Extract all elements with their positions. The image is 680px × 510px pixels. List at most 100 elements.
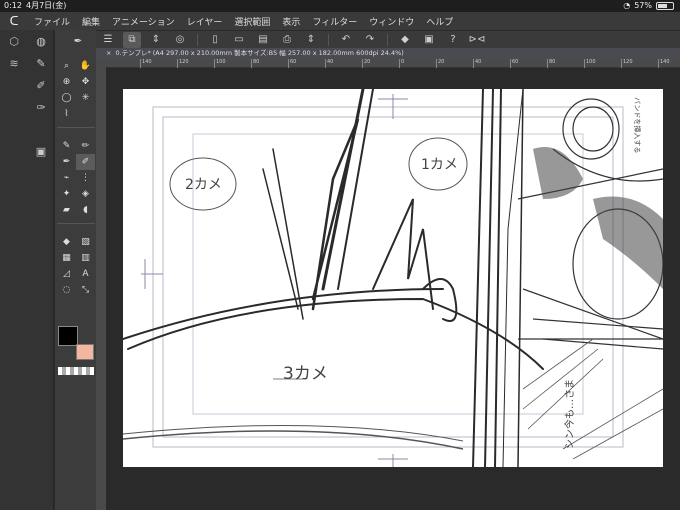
menu-view[interactable]: 表示	[276, 15, 306, 28]
blend-icon[interactable]: ▰	[57, 202, 76, 218]
chevron-updown-icon[interactable]: ⇕	[302, 32, 320, 48]
flip-icon[interactable]: ⊳⊲	[468, 32, 486, 48]
left-icon-column-2: ◍ ✎ ✐ ✑ ▣	[28, 30, 54, 510]
document-tab[interactable]: × 0.テンプレ* (A4 297.00 x 210.00mm 製本サイズ:B5 …	[96, 48, 680, 59]
menu-filter[interactable]: フィルター	[306, 15, 363, 28]
pen-pressure-icon[interactable]: ✒	[63, 34, 93, 48]
menu-file[interactable]: ファイル	[28, 15, 76, 28]
menu-bar: ᑕ ファイル 編集 アニメーション レイヤー 選択範囲 表示 フィルター ウィン…	[0, 12, 680, 30]
label-panel-3: 3カメ	[283, 364, 328, 384]
chevron-updown-icon[interactable]: ⇕	[147, 32, 165, 48]
hand-icon[interactable]: ✋	[76, 58, 95, 74]
correct-line-icon[interactable]: ⤡	[76, 282, 95, 298]
ruler-tick	[621, 59, 622, 68]
ruler-tick	[436, 59, 437, 68]
frame-border-icon[interactable]: ▥	[76, 250, 95, 266]
save-icon[interactable]: ▤	[254, 32, 272, 48]
menu-window[interactable]: ウィンドウ	[363, 15, 420, 28]
canvas-workspace[interactable]: 2カメ 1カメ 3カメ シン今も…さま バンドを挿入する	[106, 68, 680, 510]
label-panel-2: 2カメ	[185, 177, 222, 193]
share-icon[interactable]: ◎	[171, 32, 189, 48]
gradient-icon[interactable]: ▧	[76, 234, 95, 250]
g-pen-icon[interactable]: ✐	[76, 154, 95, 170]
app-logo-icon[interactable]: ᑕ	[0, 14, 28, 28]
open-folder-icon[interactable]: ▭	[230, 32, 248, 48]
ruler-label: 140	[142, 59, 152, 65]
menu-icon[interactable]: ☰	[99, 32, 117, 48]
lasso-icon[interactable]: ◯	[57, 90, 76, 106]
ruler-tick	[251, 59, 252, 68]
layer-icon[interactable]: ▣	[420, 32, 438, 48]
undo-icon[interactable]: ↶	[337, 32, 355, 48]
print-icon[interactable]: ⎙	[278, 32, 296, 48]
eyedropper-icon[interactable]: ⌇	[57, 106, 76, 122]
new-file-icon[interactable]: ▯	[206, 32, 224, 48]
magic-wand-icon[interactable]: ✳	[76, 90, 95, 106]
sub-color-swatch[interactable]	[76, 344, 94, 360]
ruler-label: 20	[364, 59, 371, 65]
tool-property-icon[interactable]: ⧉	[123, 31, 141, 48]
toolbar-divider	[387, 33, 388, 46]
ruler-label: 40	[475, 59, 482, 65]
menu-layer[interactable]: レイヤー	[181, 15, 229, 28]
menu-selection[interactable]: 選択範囲	[228, 15, 276, 28]
menu-help[interactable]: ヘルプ	[420, 15, 459, 28]
ruler-tick	[547, 59, 548, 68]
fill-bucket-icon[interactable]: ◆	[57, 234, 76, 250]
sub-tool-icon[interactable]: ✎	[28, 52, 54, 74]
close-tab-icon[interactable]: ×	[96, 49, 115, 57]
main-color-swatch[interactable]	[58, 326, 78, 346]
pencil-icon[interactable]: ✏	[76, 138, 95, 154]
eraser-icon[interactable]: ◈	[76, 186, 95, 202]
tool-panel: ✒ ⌕ ✋ ⊕ ✥ ◯ ✳ ⌇ ✎ ✏ ✒ ✐ ⌁ ⋮ ✦ ◈ ▰ ◖ ◆ ▧ …	[55, 30, 96, 510]
menu-animation[interactable]: アニメーション	[106, 15, 181, 28]
redo-icon[interactable]: ↷	[361, 32, 379, 48]
toolbar-divider	[197, 33, 198, 46]
sparkle-icon[interactable]: ✦	[57, 186, 76, 202]
tool-divider	[57, 218, 95, 224]
drop-icon[interactable]: ◖	[76, 202, 95, 218]
battery-icon	[656, 2, 674, 10]
date: 4月7日(金)	[26, 1, 67, 10]
ruler-label: 120	[623, 59, 633, 65]
layer-property-icon[interactable]: ▣	[28, 140, 54, 162]
navigator-icon[interactable]: ◍	[28, 30, 54, 52]
ruler-tick	[399, 59, 400, 68]
ruler-label: 0	[401, 59, 405, 65]
help-icon[interactable]: ?	[444, 32, 462, 48]
ruler-label: 80	[253, 59, 260, 65]
move-icon[interactable]: ✥	[76, 74, 95, 90]
brush-icon[interactable]: ✒	[57, 154, 76, 170]
brush-size-icon[interactable]: ✐	[28, 74, 54, 96]
ruler-label: 80	[549, 59, 556, 65]
transparent-color-swatch[interactable]	[58, 367, 94, 375]
tool-divider	[57, 122, 95, 128]
ruler-tick	[584, 59, 585, 68]
wifi-icon: ◔	[623, 1, 631, 10]
airbrush-icon[interactable]: ⌁	[57, 170, 76, 186]
ruler-tick	[510, 59, 511, 68]
label-panel-1: 1カメ	[421, 157, 458, 173]
ruler-icon[interactable]: ◿	[57, 266, 76, 282]
drawing-canvas[interactable]: 2カメ 1カメ 3カメ シン今も…さま バンドを挿入する	[123, 89, 663, 467]
figure-icon[interactable]: ▦	[57, 250, 76, 266]
menu-edit[interactable]: 編集	[76, 15, 106, 28]
ruler-tick	[325, 59, 326, 68]
materials-icon[interactable]: ⬡	[0, 30, 28, 52]
ruler-tick	[214, 59, 215, 68]
pen-icon[interactable]: ✎	[57, 138, 76, 154]
text-icon[interactable]: A	[76, 266, 95, 282]
balloon-icon[interactable]: ◌	[57, 282, 76, 298]
toolbar-divider	[328, 33, 329, 46]
ruler-tick	[288, 59, 289, 68]
object-select-icon[interactable]: ⊕	[57, 74, 76, 90]
decoration-icon[interactable]: ⋮	[76, 170, 95, 186]
color-wheel-icon[interactable]: ✑	[28, 96, 54, 118]
zoom-icon[interactable]: ⌕	[57, 58, 76, 74]
layers-icon[interactable]: ≋	[0, 52, 28, 74]
top-ruler: 140 120 100 80 60 40 20 0 20 40 60 80 100 120 140	[106, 59, 680, 68]
ruler-tick	[658, 59, 659, 68]
ruler-label: 140	[660, 59, 670, 65]
fill-icon[interactable]: ◆	[396, 32, 414, 48]
